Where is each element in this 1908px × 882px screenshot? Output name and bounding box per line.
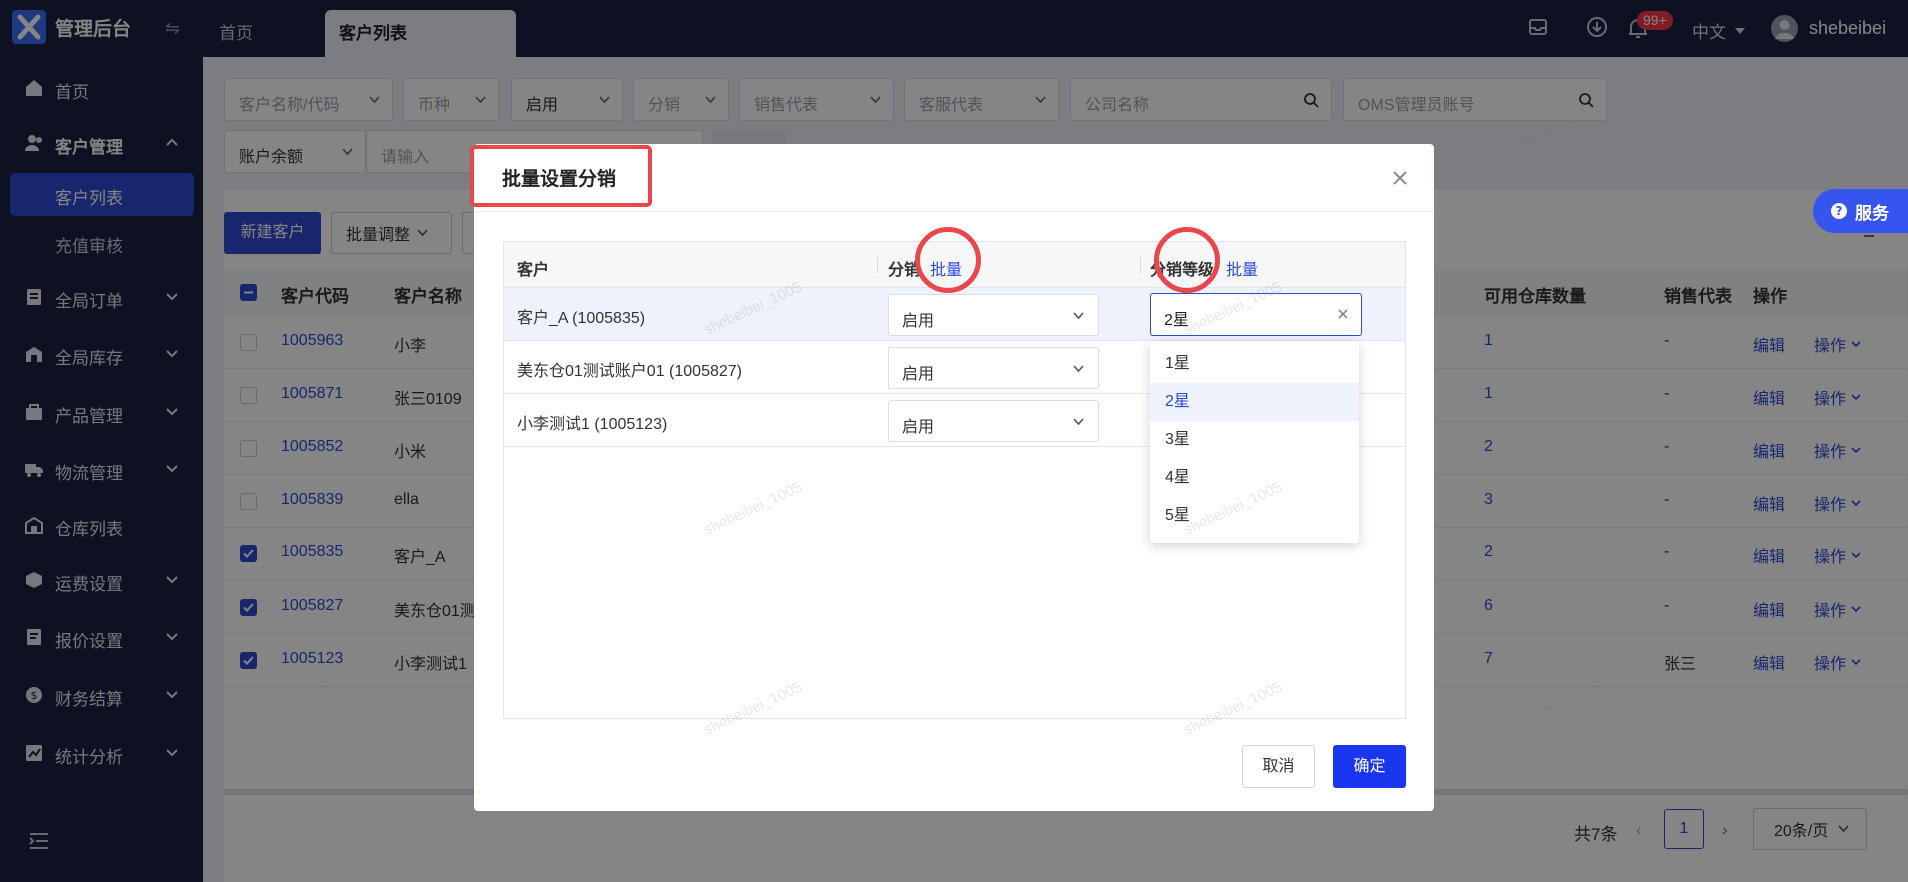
level-option[interactable]: 3星 [1150, 421, 1359, 459]
title-highlight-box [470, 145, 652, 207]
confirm-button[interactable]: 确定 [1333, 745, 1406, 788]
level-dropdown: 1星 2星 3星 4星 5星 [1150, 341, 1359, 543]
cancel-button[interactable]: 取消 [1242, 745, 1315, 788]
level-option[interactable]: 2星 [1150, 383, 1359, 421]
level-batch-highlight [1154, 227, 1220, 293]
clear-icon[interactable] [1337, 308, 1349, 320]
dialog-row-customer: 客户_A (1005835) [517, 310, 646, 327]
dialog-divider [474, 211, 1434, 212]
distribution-select-value: 启用 [902, 313, 935, 330]
dialog-row-customer: 美东仓01测试账户01 (1005827) [517, 363, 742, 380]
distribution-select[interactable]: 启用 [888, 294, 1099, 336]
column-separator [1140, 257, 1141, 273]
column-header-customer: 客户 [517, 262, 550, 279]
chevron-down-icon [1073, 365, 1084, 373]
distribution-select[interactable]: 启用 [888, 347, 1099, 389]
level-batch-link[interactable]: 批量 [1226, 256, 1258, 280]
distribution-select-value: 启用 [902, 366, 935, 383]
close-icon[interactable] [1392, 170, 1408, 186]
service-button[interactable]: ? 服务 [1813, 189, 1908, 233]
svg-text:?: ? [1836, 204, 1843, 218]
dialog-row-customer: 小李测试1 (1005123) [517, 416, 668, 433]
distribution-batch-highlight [915, 227, 981, 293]
distribution-select[interactable]: 启用 [888, 400, 1099, 442]
service-label: 服务 [1855, 203, 1889, 223]
chevron-down-icon [1073, 418, 1084, 426]
column-separator [877, 257, 878, 273]
chevron-down-icon [1073, 312, 1084, 320]
level-option[interactable]: 1星 [1150, 345, 1359, 383]
help-icon: ? [1831, 203, 1847, 219]
distribution-select-value: 启用 [902, 419, 935, 436]
